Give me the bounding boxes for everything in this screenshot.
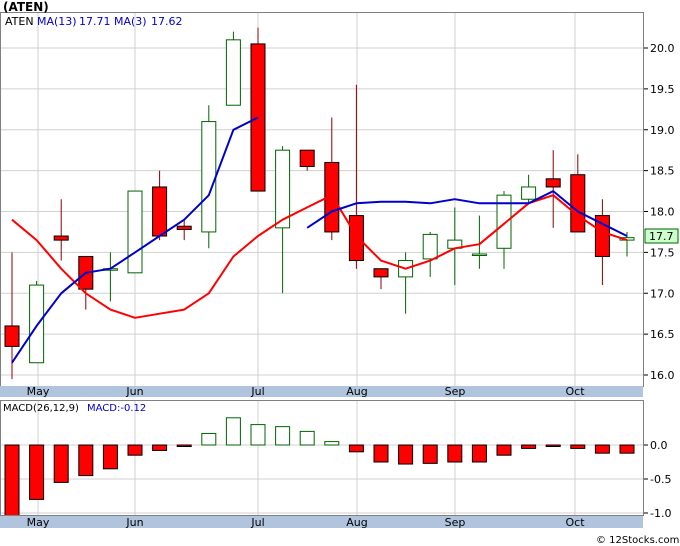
candle-body [373,268,389,278]
macd-bar [201,432,217,446]
macd-month-label: Oct [565,516,585,529]
price-month-label: May [27,385,50,398]
candle [250,27,266,192]
price-plot-area [0,12,643,385]
macd-bar [619,444,635,454]
candle-body [348,215,364,262]
footer-credit: © 12Stocks.com [596,535,679,546]
macd-bar [127,444,143,456]
last-price-badge: 17.7 [644,228,679,244]
candle-body [176,225,192,230]
candle-body [545,178,561,188]
candle [127,190,143,274]
macd-tick-label: -1.0 [650,507,671,520]
candle-body [299,149,315,168]
candle [29,280,45,364]
macd-tick-label: 0.0 [650,439,668,452]
price-month-axis-bar [0,386,643,397]
candle-body [4,325,20,347]
macd-month-label: Sep [445,516,466,529]
price-month-label: Sep [445,385,466,398]
price-tick-label: 16.5 [650,328,675,341]
legend-symbol: ATEN [5,15,34,28]
candle-body [152,186,168,237]
macd-bar [348,444,364,453]
legend-ma13-value: 17.71 [79,15,111,28]
candle-body [225,39,241,106]
price-tick-label: 17.5 [650,246,675,259]
price-tick-label: 19.5 [650,83,675,96]
macd-bar [594,444,610,454]
macd-bar [324,441,340,446]
macd-axis-ticks: -1.0 -0.5 0.0 [643,439,671,520]
macd-bar [496,444,512,456]
price-panel: 16.0 16.5 17.0 17.5 18.0 18.5 19.0 19.5 20.0 May… [0,12,675,398]
candle-body [29,284,45,364]
macd-bar [373,444,389,463]
macd-bar [545,444,561,447]
macd-bar [29,444,45,500]
macd-bar [398,444,414,465]
macd-month-axis-bar [0,516,643,528]
macd-bar [422,444,438,464]
macd-bar [299,430,315,446]
stock-chart: 16.0 16.5 17.0 17.5 18.0 18.5 19.0 19.5 20.0 May… [0,0,679,546]
candle-body [422,233,438,260]
macd-bar [176,444,192,447]
price-month-label: Aug [346,385,367,398]
macd-bar [4,444,20,517]
macd-bar [447,444,463,463]
candle-body [201,121,217,233]
candle-body [521,186,537,200]
candle-body [250,43,266,192]
macd-value-label: MACD:-0.12 [87,403,146,414]
candle-body [127,190,143,274]
price-tick-label: 19.0 [650,124,675,137]
candle [225,31,241,106]
macd-panel: -1.0 -0.5 0.0 May Jun Jul Aug Sep Oct [0,400,671,529]
last-price-value: 17.7 [649,230,674,243]
macd-month-label: Jun [125,516,143,529]
price-month-label: Oct [565,385,585,398]
price-month-label: Jul [250,385,264,398]
price-month-label: Jun [125,385,143,398]
macd-month-label: Aug [346,516,367,529]
macd-bar [275,426,291,446]
macd-label: MACD(26,12,9) [3,403,79,414]
macd-tick-label: -0.5 [650,473,671,486]
macd-month-label: Jul [250,516,264,529]
price-tick-label: 18.0 [650,206,675,219]
price-tick-label: 18.5 [650,165,675,178]
macd-bar [78,444,94,477]
candle [201,105,217,249]
price-tick-label: 20.0 [650,42,675,55]
macd-bar [521,444,537,449]
legend-ma3-value: 17.62 [151,15,183,28]
macd-plot-area [0,400,643,515]
chart-title: (ATEN) [3,0,49,14]
macd-bar [53,444,69,483]
candle-body [570,174,586,233]
macd-bar [152,444,168,451]
macd-bar [225,417,241,446]
price-axis-ticks: 16.0 16.5 17.0 17.5 18.0 18.5 19.0 19.5 20.0 [643,42,675,382]
macd-bar [250,424,266,446]
legend-ma3-label: MA(3) [114,15,147,28]
candle-body [53,235,69,241]
legend-ma13-label: MA(13) [37,15,77,28]
price-tick-label: 16.0 [650,369,675,382]
candle-body [471,253,487,257]
price-tick-label: 17.0 [650,287,675,300]
macd-month-label: May [27,516,50,529]
macd-bar [102,444,118,470]
macd-bar [471,444,487,463]
macd-bar [570,444,586,449]
